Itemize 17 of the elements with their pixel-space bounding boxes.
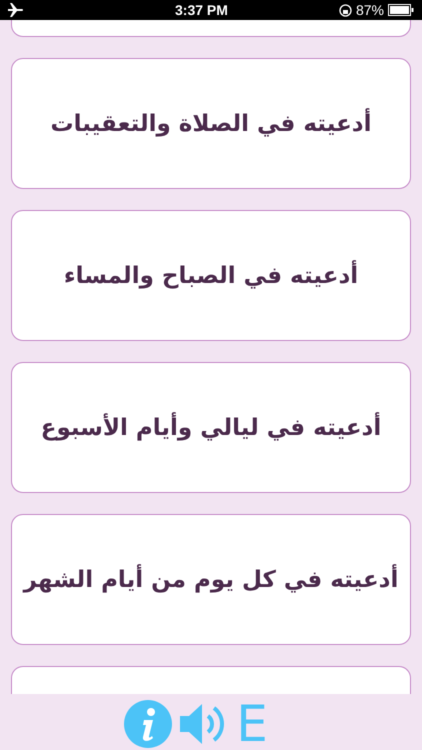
list-card[interactable]: أدعيته في ليالي وأيام الأسبوع: [11, 362, 411, 493]
card-title: أدعيته في كل يوم من أيام الشهر: [24, 566, 398, 592]
battery-percentage: 87%: [356, 2, 384, 18]
info-button[interactable]: [124, 700, 172, 748]
info-icon: [124, 700, 172, 748]
list-card[interactable]: أدعيته في الصباح والمساء: [11, 210, 411, 341]
status-time: 3:37 PM: [175, 2, 228, 18]
card-title: أدعيته في الصباح والمساء: [64, 262, 358, 288]
battery-icon: [388, 4, 414, 16]
list-card[interactable]: أدعيته في الصلاة والتعقيبات: [11, 58, 411, 189]
list-card[interactable]: [11, 666, 411, 694]
card-title: أدعيته في ليالي وأيام الأسبوع: [40, 414, 382, 440]
airplane-icon: [8, 3, 24, 17]
list-card[interactable]: أدعيته في كل يوم من أيام الشهر: [11, 514, 411, 645]
card-title: أدعيته في الصلاة والتعقيبات: [50, 110, 372, 136]
list-card[interactable]: [11, 20, 411, 37]
rotation-lock-icon: [338, 4, 352, 16]
